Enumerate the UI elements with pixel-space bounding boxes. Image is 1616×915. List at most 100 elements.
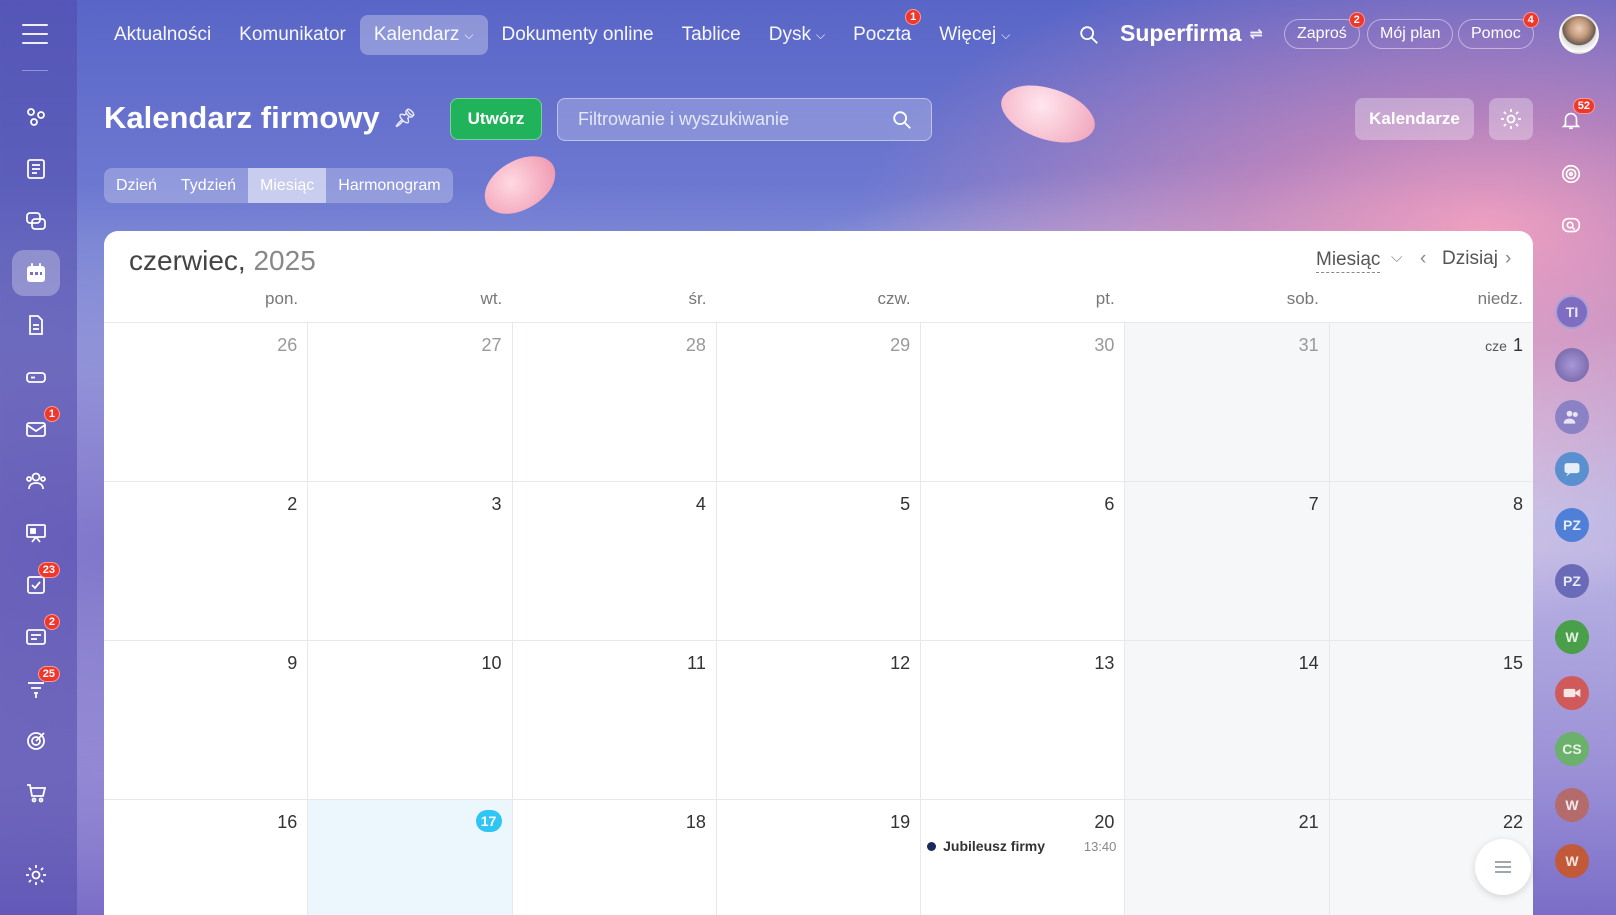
day-cell[interactable]: 19 (717, 800, 922, 915)
nav-aktualnosci[interactable]: Aktualności (100, 15, 225, 55)
tab-schedule[interactable]: Harmonogram (326, 168, 452, 203)
search-input[interactable] (578, 109, 878, 130)
my-plan-button[interactable]: Mój plan (1367, 19, 1454, 49)
day-cell[interactable]: 28 (513, 323, 717, 481)
calendars-button[interactable]: Kalendarze (1355, 98, 1474, 140)
chevron-right-icon[interactable]: › (1505, 248, 1511, 270)
sidebar-item-mail[interactable]: 1 (12, 406, 60, 452)
day-cell[interactable]: 9 (104, 641, 309, 799)
day-cell[interactable]: 5 (717, 482, 922, 640)
contact-avatar[interactable]: TI (1555, 295, 1589, 329)
sidebar-item-tasks[interactable]: 23 (12, 562, 60, 608)
contact-avatar[interactable]: PZ (1555, 564, 1589, 598)
day-cell[interactable]: 29 (717, 323, 922, 481)
view-select[interactable]: Miesiąc (1316, 249, 1381, 273)
chat-icon (26, 212, 46, 230)
invite-button[interactable]: Zaproś 2 (1284, 12, 1365, 49)
day-cell[interactable]: 16 (104, 800, 309, 915)
contact-avatar[interactable]: PZ (1555, 508, 1589, 542)
sidebar-item-crm[interactable]: 2 (12, 614, 60, 660)
nav-tablice[interactable]: Tablice (668, 15, 755, 55)
day-cell[interactable]: 26 (104, 323, 309, 481)
chat-search-button[interactable] (1555, 210, 1587, 242)
sidebar-item-feed[interactable] (12, 94, 60, 140)
calendar-event[interactable]: Jubileusz firmy 13:40 (927, 838, 1116, 854)
contact-avatar[interactable]: W (1555, 788, 1589, 822)
search-filter[interactable] (557, 98, 932, 141)
page-title: Kalendarz firmowy 📌︎ (104, 100, 416, 136)
newspaper-icon (27, 159, 45, 179)
chevron-left-icon[interactable]: ‹ (1420, 248, 1426, 270)
team-avatar[interactable] (1555, 400, 1589, 434)
create-button[interactable]: Utwórz (450, 98, 542, 140)
search-icon[interactable] (1078, 24, 1100, 46)
sidebar-item-calendar[interactable] (12, 250, 60, 296)
day-cell-today[interactable]: 17 (308, 800, 513, 915)
contact-avatar[interactable]: W (1555, 620, 1589, 654)
nav-dysk[interactable]: Dysk ⌵ (755, 15, 839, 55)
menu-icon[interactable] (22, 24, 48, 44)
sidebar-item-drive[interactable] (12, 354, 60, 400)
group-avatar[interactable] (1555, 348, 1589, 382)
day-cell[interactable]: 6 (921, 482, 1126, 640)
today-button[interactable]: Dzisiaj (1442, 248, 1498, 270)
sidebar-divider (22, 70, 48, 71)
sidebar-item-news[interactable] (12, 146, 60, 192)
list-menu-button[interactable] (1475, 839, 1531, 895)
contact-avatar[interactable]: W (1555, 844, 1589, 878)
sidebar-item-board[interactable] (12, 510, 60, 556)
sidebar-item-employees[interactable] (12, 458, 60, 504)
chat-group-avatar[interactable] (1555, 452, 1589, 486)
day-cell[interactable]: 4 (513, 482, 717, 640)
day-cell[interactable]: 8 (1329, 482, 1533, 640)
tab-day[interactable]: Dzień (104, 168, 169, 203)
sidebar-item-shop[interactable] (12, 770, 60, 816)
day-cell[interactable]: 15 (1329, 641, 1533, 799)
notifications-button[interactable]: 52 (1555, 98, 1595, 136)
day-number: 18 (685, 812, 706, 832)
mail-icon (26, 422, 46, 437)
nav-label: Poczta (853, 24, 912, 45)
day-cell[interactable]: 20 Jubileusz firmy 13:40 (921, 800, 1126, 915)
tab-month[interactable]: Miesiąc (248, 168, 327, 203)
day-cell[interactable]: 21 (1125, 800, 1330, 915)
day-cell[interactable]: 11 (513, 641, 717, 799)
tab-week[interactable]: Tydzień (169, 168, 248, 203)
day-cell[interactable]: 27 (308, 323, 513, 481)
sidebar-item-settings[interactable] (12, 852, 60, 898)
day-cell[interactable]: 3 (308, 482, 513, 640)
decorative-petal (475, 148, 565, 222)
day-cell[interactable]: 30 (921, 323, 1126, 481)
day-cell[interactable]: 31 (1125, 323, 1330, 481)
day-cell[interactable]: 2 (104, 482, 309, 640)
nav-poczta[interactable]: Poczta 1 (839, 9, 925, 55)
video-call-avatar[interactable] (1555, 676, 1589, 710)
invite-badge: 2 (1348, 12, 1365, 28)
sidebar-item-documents[interactable] (12, 302, 60, 348)
sliders-icon[interactable]: ⇌ (1249, 24, 1262, 44)
sidebar-item-funnel[interactable]: 25 (12, 666, 60, 712)
day-cell[interactable]: 13 (921, 641, 1126, 799)
day-cell[interactable]: 7 (1125, 482, 1330, 640)
copilot-button[interactable] (1555, 158, 1587, 190)
day-cell[interactable]: 14 (1125, 641, 1330, 799)
company-brand[interactable]: Superfirma ⇌ (1120, 20, 1263, 47)
user-avatar[interactable] (1559, 14, 1599, 54)
nav-wiecej[interactable]: Więcej ⌵ (925, 15, 1024, 55)
sidebar-item-goals[interactable] (12, 718, 60, 764)
day-cell[interactable]: 10 (308, 641, 513, 799)
nav-dokumenty[interactable]: Dokumenty online (488, 15, 668, 55)
help-button[interactable]: Pomoc 4 (1458, 12, 1539, 49)
day-cell[interactable]: 18 (513, 800, 717, 915)
search-icon[interactable] (891, 109, 913, 131)
day-cell[interactable]: cze 1 (1329, 323, 1533, 481)
pin-icon[interactable]: 📌︎ (394, 108, 417, 129)
drive-icon (26, 372, 46, 383)
sidebar-item-messenger[interactable] (12, 198, 60, 244)
day-cell[interactable]: 12 (717, 641, 922, 799)
calendar-settings-button[interactable] (1489, 98, 1533, 140)
contact-avatar[interactable]: CS (1555, 732, 1589, 766)
nav-kalendarz[interactable]: Kalendarz ⌵ (359, 15, 488, 55)
chevron-down-icon[interactable]: ⌵ (1391, 249, 1402, 266)
nav-komunikator[interactable]: Komunikator (225, 15, 360, 55)
